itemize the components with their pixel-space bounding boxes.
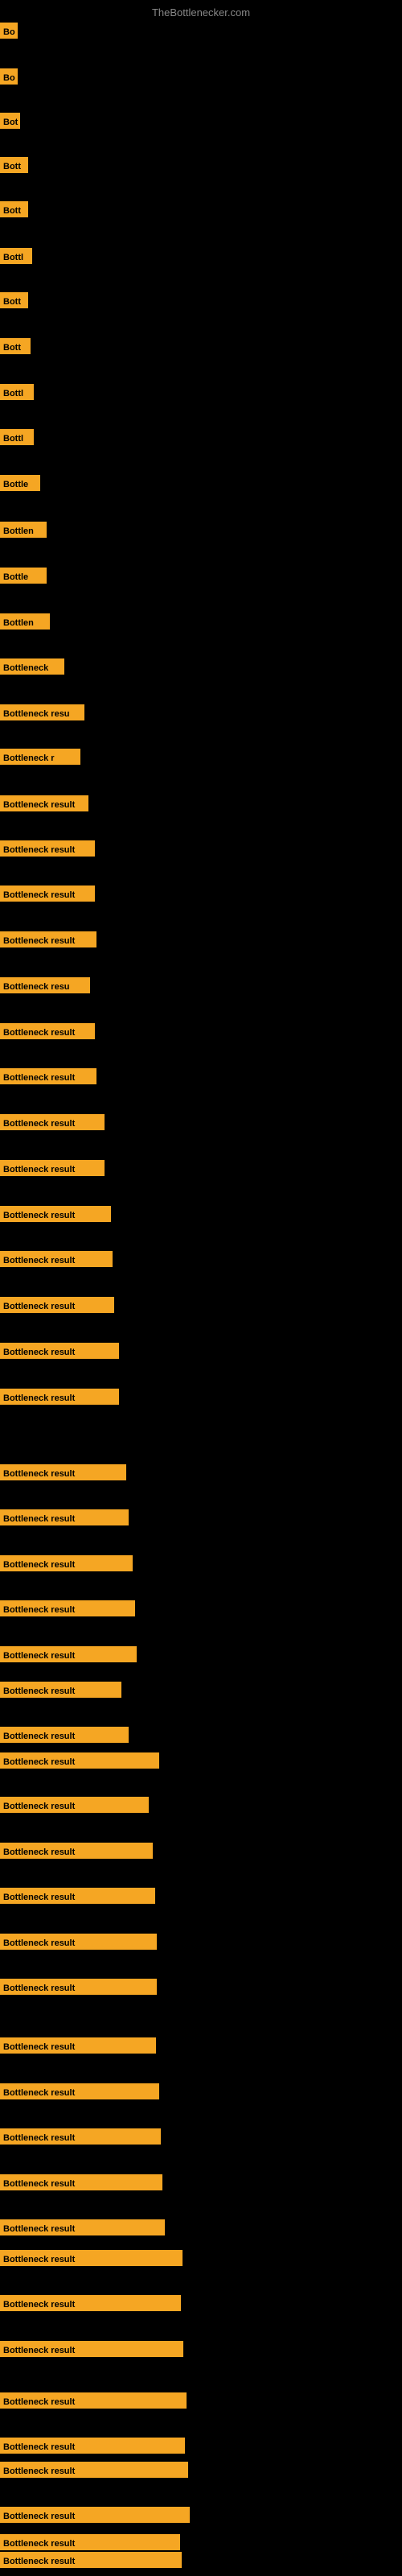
bottleneck-label-22: Bottleneck resu bbox=[0, 977, 90, 993]
bottleneck-label-35: Bottleneck result bbox=[0, 1600, 135, 1616]
bottleneck-label-28: Bottleneck result bbox=[0, 1251, 113, 1267]
bottleneck-label-17: Bottleneck r bbox=[0, 749, 80, 765]
bottleneck-label-54: Bottleneck result bbox=[0, 2438, 185, 2454]
bottleneck-label-4: Bott bbox=[0, 157, 28, 173]
bottleneck-label-8: Bott bbox=[0, 338, 31, 354]
bottleneck-label-30: Bottleneck result bbox=[0, 1343, 119, 1359]
bottleneck-label-36: Bottleneck result bbox=[0, 1646, 137, 1662]
bottleneck-label-58: Bottleneck result bbox=[0, 2552, 182, 2568]
bottleneck-label-51: Bottleneck result bbox=[0, 2295, 181, 2311]
bottleneck-label-31: Bottleneck result bbox=[0, 1389, 119, 1405]
bottleneck-label-57: Bottleneck result bbox=[0, 2534, 180, 2550]
bottleneck-label-9: Bottl bbox=[0, 384, 34, 400]
bottleneck-label-47: Bottleneck result bbox=[0, 2128, 161, 2145]
bottleneck-label-49: Bottleneck result bbox=[0, 2219, 165, 2235]
bottleneck-label-46: Bottleneck result bbox=[0, 2083, 159, 2099]
bottleneck-label-52: Bottleneck result bbox=[0, 2341, 183, 2357]
bottleneck-label-45: Bottleneck result bbox=[0, 2037, 156, 2054]
bottleneck-label-20: Bottleneck result bbox=[0, 886, 95, 902]
bottleneck-label-19: Bottleneck result bbox=[0, 840, 95, 857]
bottleneck-label-33: Bottleneck result bbox=[0, 1509, 129, 1525]
bottleneck-label-25: Bottleneck result bbox=[0, 1114, 105, 1130]
bottleneck-label-42: Bottleneck result bbox=[0, 1888, 155, 1904]
bottleneck-label-13: Bottle bbox=[0, 568, 47, 584]
bottleneck-label-6: Bottl bbox=[0, 248, 32, 264]
bottleneck-label-15: Bottleneck bbox=[0, 658, 64, 675]
bottleneck-label-3: Bot bbox=[0, 113, 20, 129]
bottleneck-label-39: Bottleneck result bbox=[0, 1752, 159, 1769]
bottleneck-label-40: Bottleneck result bbox=[0, 1797, 149, 1813]
bottleneck-label-41: Bottleneck result bbox=[0, 1843, 153, 1859]
bottleneck-label-21: Bottleneck result bbox=[0, 931, 96, 947]
bottleneck-label-18: Bottleneck result bbox=[0, 795, 88, 811]
bottleneck-label-10: Bottl bbox=[0, 429, 34, 445]
bottleneck-label-50: Bottleneck result bbox=[0, 2250, 183, 2266]
bottleneck-label-44: Bottleneck result bbox=[0, 1979, 157, 1995]
bottleneck-label-12: Bottlen bbox=[0, 522, 47, 538]
bottleneck-label-1: Bo bbox=[0, 23, 18, 39]
bottleneck-label-34: Bottleneck result bbox=[0, 1555, 133, 1571]
bottleneck-label-37: Bottleneck result bbox=[0, 1682, 121, 1698]
bottleneck-label-29: Bottleneck result bbox=[0, 1297, 114, 1313]
bottleneck-label-5: Bott bbox=[0, 201, 28, 217]
bottleneck-label-53: Bottleneck result bbox=[0, 2392, 187, 2409]
bottleneck-label-32: Bottleneck result bbox=[0, 1464, 126, 1480]
bottleneck-label-27: Bottleneck result bbox=[0, 1206, 111, 1222]
bottleneck-label-14: Bottlen bbox=[0, 613, 50, 630]
bottleneck-label-48: Bottleneck result bbox=[0, 2174, 162, 2190]
bottleneck-label-26: Bottleneck result bbox=[0, 1160, 105, 1176]
bottleneck-label-24: Bottleneck result bbox=[0, 1068, 96, 1084]
bottleneck-label-16: Bottleneck resu bbox=[0, 704, 84, 720]
bottleneck-label-43: Bottleneck result bbox=[0, 1934, 157, 1950]
bottleneck-label-55: Bottleneck result bbox=[0, 2462, 188, 2478]
bottleneck-label-23: Bottleneck result bbox=[0, 1023, 95, 1039]
bottleneck-label-2: Bo bbox=[0, 68, 18, 85]
bottleneck-label-38: Bottleneck result bbox=[0, 1727, 129, 1743]
bottleneck-label-7: Bott bbox=[0, 292, 28, 308]
site-title: TheBottlenecker.com bbox=[152, 6, 250, 19]
bottleneck-label-11: Bottle bbox=[0, 475, 40, 491]
bottleneck-label-56: Bottleneck result bbox=[0, 2507, 190, 2523]
